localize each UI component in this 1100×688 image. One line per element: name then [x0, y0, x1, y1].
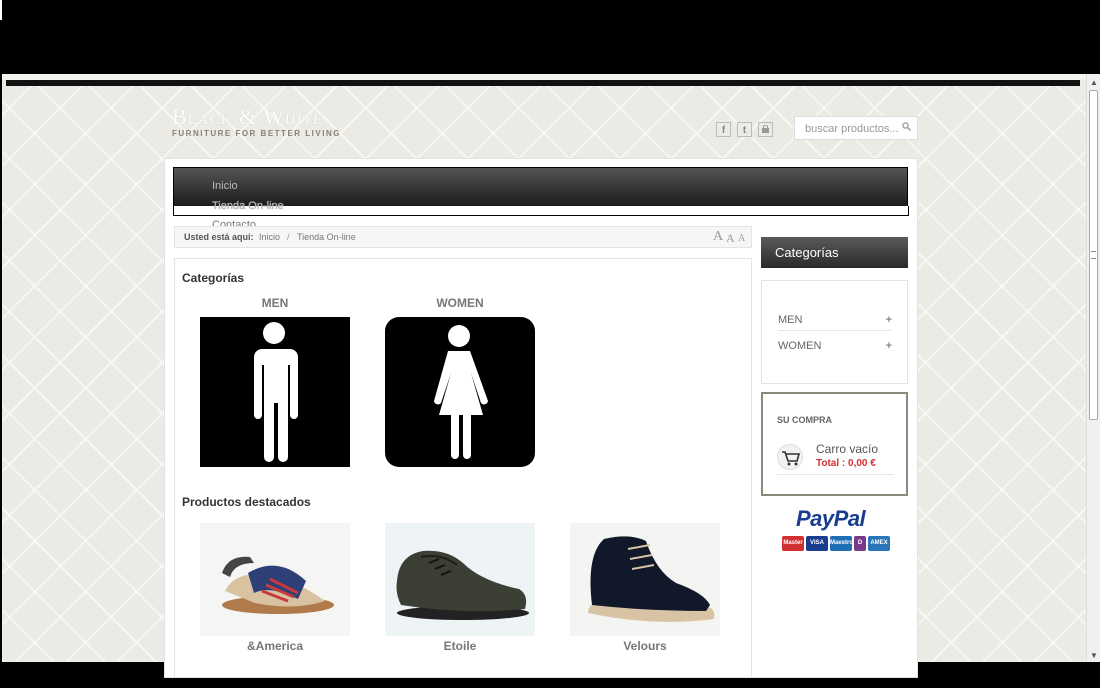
- twitter-icon[interactable]: t: [737, 122, 752, 137]
- breadcrumb-current: Tienda On-line: [297, 232, 356, 242]
- expand-icon[interactable]: +: [886, 310, 892, 330]
- search-box: [794, 116, 918, 140]
- product-name[interactable]: Etoile: [385, 639, 535, 653]
- paypal-logo[interactable]: PayPal: [796, 506, 866, 532]
- product-image-boot[interactable]: [570, 523, 720, 636]
- sidebar-item-label: WOMEN: [778, 340, 822, 352]
- product-image-shoe[interactable]: [385, 523, 535, 636]
- categories-heading: Categorías: [182, 271, 245, 285]
- top-black-region: [0, 0, 1100, 74]
- cart-divider: [777, 474, 894, 475]
- mastercard-icon: Master: [782, 536, 804, 551]
- sidebar-item-women[interactable]: WOMEN +: [778, 336, 892, 356]
- site-logo[interactable]: Black & White FURNITURE FOR BETTER LIVIN…: [172, 104, 341, 139]
- font-size-medium-button[interactable]: A: [726, 228, 735, 248]
- search-input[interactable]: [803, 118, 905, 140]
- product-image-sandal[interactable]: [200, 523, 350, 636]
- product-name[interactable]: &America: [200, 639, 350, 653]
- discover-icon: D: [854, 536, 866, 551]
- maestro-icon: Maestro: [830, 536, 853, 551]
- cart-status: Carro vacío: [816, 442, 879, 456]
- menu-item-tienda-online[interactable]: Tienda On-line: [212, 200, 284, 212]
- cart-widget: SU COMPRA Carro vacío Total : 0,00 €: [761, 392, 908, 496]
- sidebar-categories-title: Categorías: [761, 237, 908, 268]
- sidebar-item-label: MEN: [778, 314, 803, 326]
- top-dark-bar: [6, 80, 1080, 86]
- scroll-down-arrow-icon[interactable]: ▼: [1090, 651, 1098, 660]
- breadcrumb: Usted está aquí: Inicio / Tienda On-line…: [174, 226, 752, 248]
- visa-icon: VISA: [806, 536, 828, 551]
- sidebar-item-men[interactable]: MEN +: [778, 310, 892, 331]
- expand-icon[interactable]: +: [886, 336, 892, 356]
- logo-title: Black & White: [172, 104, 324, 129]
- logo-tagline: FURNITURE FOR BETTER LIVING: [172, 129, 341, 138]
- cart-title: SU COMPRA: [777, 415, 833, 425]
- breadcrumb-home-link[interactable]: Inicio: [259, 227, 280, 247]
- sidebar-categories-box: MEN + WOMEN +: [761, 280, 908, 384]
- man-pictogram-icon[interactable]: [200, 317, 350, 467]
- scroll-thumb[interactable]: [1089, 90, 1098, 420]
- category-men-label[interactable]: MEN: [200, 296, 350, 310]
- vertical-scrollbar[interactable]: ▲ ▼: [1086, 74, 1100, 662]
- category-women-label[interactable]: WOMEN: [385, 296, 535, 310]
- search-icon[interactable]: [902, 122, 912, 134]
- breadcrumb-prefix: Usted está aquí:: [184, 232, 254, 242]
- font-size-large-button[interactable]: A: [713, 227, 723, 247]
- featured-products-heading: Productos destacados: [182, 495, 311, 509]
- woman-pictogram-icon[interactable]: [385, 317, 535, 467]
- menu-item-inicio[interactable]: Inicio: [212, 180, 238, 192]
- scroll-up-arrow-icon[interactable]: ▲: [1090, 78, 1098, 87]
- facebook-icon[interactable]: f: [716, 122, 731, 137]
- shopping-cart-icon[interactable]: [777, 444, 803, 470]
- rss-icon[interactable]: [758, 122, 773, 137]
- window-edge: [0, 0, 2, 20]
- amex-icon: AMEX: [868, 536, 890, 551]
- product-name[interactable]: Velours: [570, 639, 720, 653]
- paypal-logo-text: PayPal: [796, 506, 866, 531]
- scroll-grip-icon: [1091, 251, 1096, 259]
- cart-total: Total : 0,00 €: [816, 458, 876, 469]
- font-size-small-button[interactable]: A: [738, 229, 745, 249]
- breadcrumb-separator: /: [287, 232, 290, 242]
